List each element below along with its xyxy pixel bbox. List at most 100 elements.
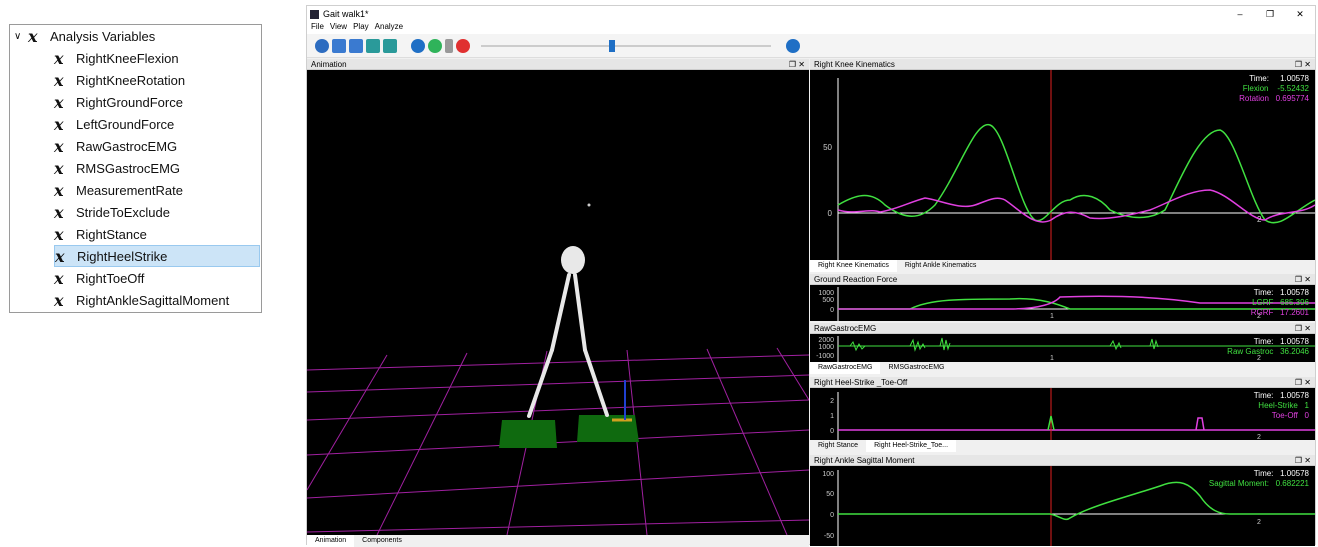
ankle-plot[interactable]: 100 50 0 -50 2 Time: 1.00578 Sagittal Mo… — [810, 466, 1315, 546]
tab-knee[interactable]: Right Knee Kinematics — [810, 260, 897, 272]
tree-item[interactable]: x LeftGroundForce — [54, 113, 174, 135]
tab-ankle-kin[interactable]: Right Ankle Kinematics — [897, 260, 985, 272]
panel-title: Right Ankle Sagittal Moment — [814, 455, 915, 465]
toolbar — [307, 34, 1315, 58]
pause-icon[interactable] — [445, 38, 453, 53]
tree-item[interactable]: x MeasurementRate — [54, 179, 183, 201]
tree-item[interactable]: x RightHeelStrike — [54, 245, 260, 267]
menu-analyze[interactable]: Analyze — [375, 22, 403, 34]
menu-file[interactable]: File — [311, 22, 324, 34]
tree-item-label: MeasurementRate — [76, 182, 183, 198]
record-icon[interactable] — [786, 38, 800, 53]
variable-icon: x — [54, 136, 64, 156]
emg-readout: Time: 1.00578 Raw Gastroc 36.2046 — [1227, 337, 1309, 356]
svg-text:0: 0 — [830, 307, 834, 314]
tree-item[interactable]: x RMSGastrocEMG — [54, 157, 180, 179]
emg-header: RawGastrocEMG ❐ ✕ — [810, 323, 1315, 334]
x-tick-2: 2 — [1257, 215, 1262, 224]
knee-readout: Time: 1.00578 Flexion -5.52432 Rotation … — [1239, 74, 1309, 103]
tab-raw-emg[interactable]: RawGastrocEMG — [810, 362, 881, 374]
svg-text:2000: 2000 — [818, 337, 834, 344]
y-tick-50: 50 — [823, 143, 832, 152]
panel-title: Right Heel-Strike _Toe-Off — [814, 377, 908, 387]
tab-stance[interactable]: Right Stance — [810, 440, 866, 452]
svg-text:500: 500 — [822, 297, 834, 304]
save-icon[interactable] — [332, 38, 346, 53]
emg-tabs: RawGastrocEMG RMSGastrocEMG — [810, 362, 1315, 374]
emg-plot[interactable]: 2000 1000 -1000 1 2 Time: 1.00578 Raw Ga… — [810, 334, 1315, 362]
panel-controls[interactable]: ❐ ✕ — [1295, 378, 1311, 387]
heel-graph: 2 1 0 2 — [830, 388, 1315, 440]
heel-tabs: Right Stance Right Heel-Strike_Toe... — [810, 440, 1315, 452]
svg-text:2: 2 — [830, 398, 834, 405]
tree-item[interactable]: x RightAnkleSagittalMoment — [54, 289, 229, 311]
svg-text:0: 0 — [830, 428, 834, 435]
tree-item-label: StrideToExclude — [76, 204, 170, 220]
plot-export-icon[interactable] — [383, 38, 397, 53]
tab-rms-emg[interactable]: RMSGastrocEMG — [880, 362, 952, 374]
tab-components[interactable]: Components — [354, 535, 410, 547]
variable-icon: x — [55, 246, 65, 266]
save-as-icon[interactable] — [349, 38, 363, 53]
knee-tabs: Right Knee Kinematics Right Ankle Kinema… — [810, 260, 1315, 272]
panel-controls[interactable]: ❐ ✕ — [1295, 456, 1311, 465]
panel-controls[interactable]: ❐ ✕ — [1295, 60, 1311, 69]
tree-item[interactable]: x RightKneeFlexion — [54, 47, 179, 69]
svg-text:1: 1 — [830, 413, 834, 420]
menu-view[interactable]: View — [330, 22, 347, 34]
svg-text:100: 100 — [822, 471, 834, 478]
tree-item-label: RawGastrocEMG — [76, 138, 178, 154]
plot-icon[interactable] — [366, 38, 380, 53]
tree-item[interactable]: x RightKneeRotation — [54, 69, 185, 91]
panel-controls[interactable]: ❐ ✕ — [1295, 324, 1311, 333]
svg-text:1: 1 — [1050, 313, 1054, 320]
stop-icon[interactable] — [456, 38, 470, 53]
app-window: Gait walk1* – ❐ ✕ File View Play Analyze… — [306, 5, 1316, 547]
grf-plot[interactable]: 1000 500 0 1 2 Time: 1.00578 LGRF 685.39… — [810, 285, 1315, 321]
tree-root-label: Analysis Variables — [50, 28, 156, 44]
variable-icon: x — [54, 158, 64, 178]
variables-tree: ∨ x Analysis Variables x RightKneeFlexion… — [9, 24, 262, 313]
tree-item[interactable]: x RawGastrocEMG — [54, 135, 177, 157]
knee-header: Right Knee Kinematics ❐ ✕ — [810, 59, 1315, 70]
menu-bar: File View Play Analyze — [307, 22, 1315, 34]
variable-icon: x — [54, 92, 64, 112]
tree-item-label: RightKneeFlexion — [76, 50, 179, 66]
variable-icon: x — [54, 114, 64, 134]
tree-root[interactable]: ∨ x Analysis Variables — [14, 25, 155, 47]
heel-plot[interactable]: 2 1 0 2 Time: 1.00578 Heel-Strike 1 Toe-… — [810, 388, 1315, 440]
svg-text:1: 1 — [1050, 355, 1054, 362]
tree-item[interactable]: x RightGroundForce — [54, 91, 183, 113]
heel-header: Right Heel-Strike _Toe-Off ❐ ✕ — [810, 377, 1315, 388]
variable-icon: x — [28, 26, 38, 46]
tree-item[interactable]: x StrideToExclude — [54, 201, 170, 223]
panel-controls[interactable]: ❐ ✕ — [1295, 275, 1311, 284]
animation-viewport[interactable] — [307, 70, 809, 535]
maximize-icon[interactable]: ❐ — [1255, 9, 1285, 20]
menu-play[interactable]: Play — [353, 22, 369, 34]
knee-plot[interactable]: 50 0 2 Time: 1.00578 Flexion -5.52432 Ro… — [810, 70, 1315, 260]
info-icon[interactable] — [315, 38, 329, 53]
ankle-header: Right Ankle Sagittal Moment ❐ ✕ — [810, 455, 1315, 466]
variable-icon: x — [54, 268, 64, 288]
variable-icon: x — [54, 224, 64, 244]
panel-controls[interactable]: ❐ ✕ — [789, 60, 805, 69]
minimize-icon[interactable]: – — [1225, 9, 1255, 19]
tree-item[interactable]: x RightToeOff — [54, 267, 144, 289]
panel-title: RawGastrocEMG — [814, 323, 877, 333]
animation-header: Animation ❐ ✕ — [307, 59, 809, 70]
chevron-down-icon[interactable]: ∨ — [14, 31, 28, 42]
reset-icon[interactable] — [411, 38, 425, 53]
panel-title: Animation — [311, 59, 347, 69]
close-icon[interactable]: ✕ — [1285, 9, 1315, 20]
scene-graphic — [307, 203, 809, 535]
play-icon[interactable] — [428, 38, 442, 53]
time-slider[interactable] — [481, 39, 771, 53]
tab-animation[interactable]: Animation — [307, 535, 355, 547]
plots-column: Right Knee Kinematics ❐ ✕ 50 0 2 Time: 1… — [810, 59, 1315, 546]
tab-heel-strike[interactable]: Right Heel-Strike_Toe... — [866, 440, 957, 452]
svg-text:-50: -50 — [824, 533, 834, 540]
tree-item[interactable]: x RightStance — [54, 223, 147, 245]
slider-thumb[interactable] — [609, 39, 615, 52]
panel-title: Ground Reaction Force — [814, 274, 898, 284]
